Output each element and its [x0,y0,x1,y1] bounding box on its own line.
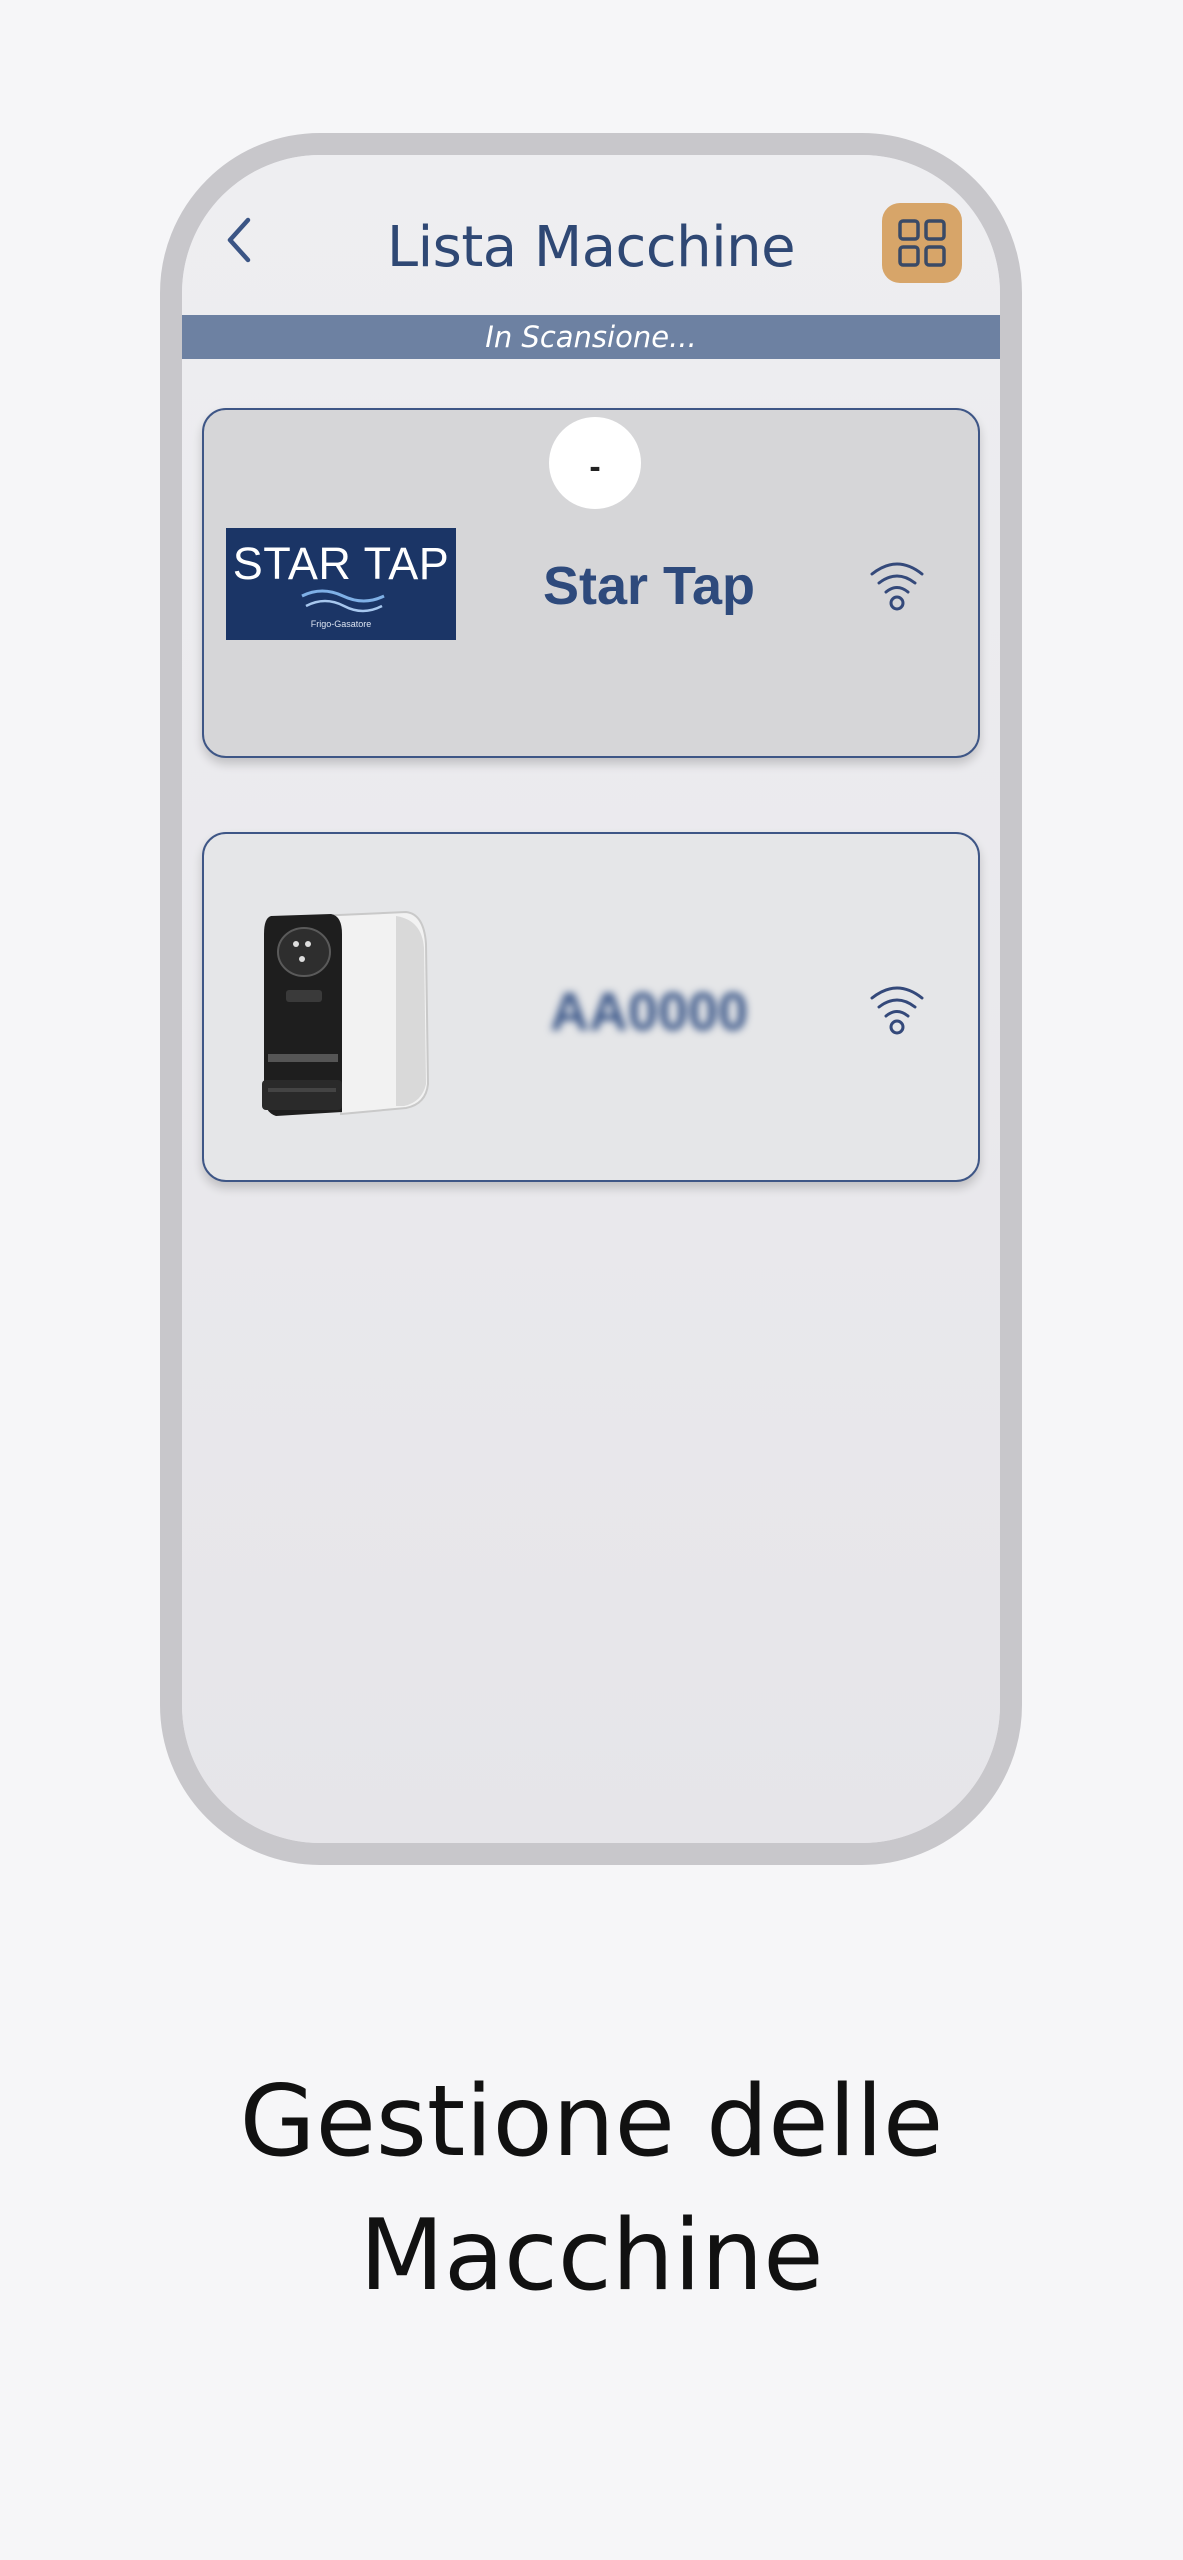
phone-frame: Lista Macchine In Scansione... - STAR TA… [160,133,1022,1865]
grid-view-button[interactable] [882,203,962,283]
machine-name: AA0000 [549,982,749,1042]
scan-status-bar: In Scansione... [182,315,1000,359]
wifi-icon [870,986,924,1035]
waves-icon [301,589,385,613]
machine-card-star-tap[interactable]: - STAR TAP Frigo-Gasatore Star Tap [202,408,980,758]
status-indicator: - [549,417,641,509]
caption-line-2: Macchine [359,2199,824,2313]
star-tap-logo: STAR TAP Frigo-Gasatore [226,528,456,640]
wifi-icon [870,562,924,611]
logo-text: STAR TAP [232,538,450,589]
page-title: Lista Macchine [386,215,796,280]
machine-card-aa0000[interactable]: AA0000 [202,832,980,1182]
caption: Gestione delle Macchine [0,2055,1183,2323]
grid-icon [898,219,946,267]
app-header: Lista Macchine [182,155,1000,315]
logo-tagline: Frigo-Gasatore [310,619,372,629]
caption-line-1: Gestione delle [239,2065,944,2179]
coffee-machine-image [262,910,430,1116]
machine-name: Star Tap [542,556,756,616]
